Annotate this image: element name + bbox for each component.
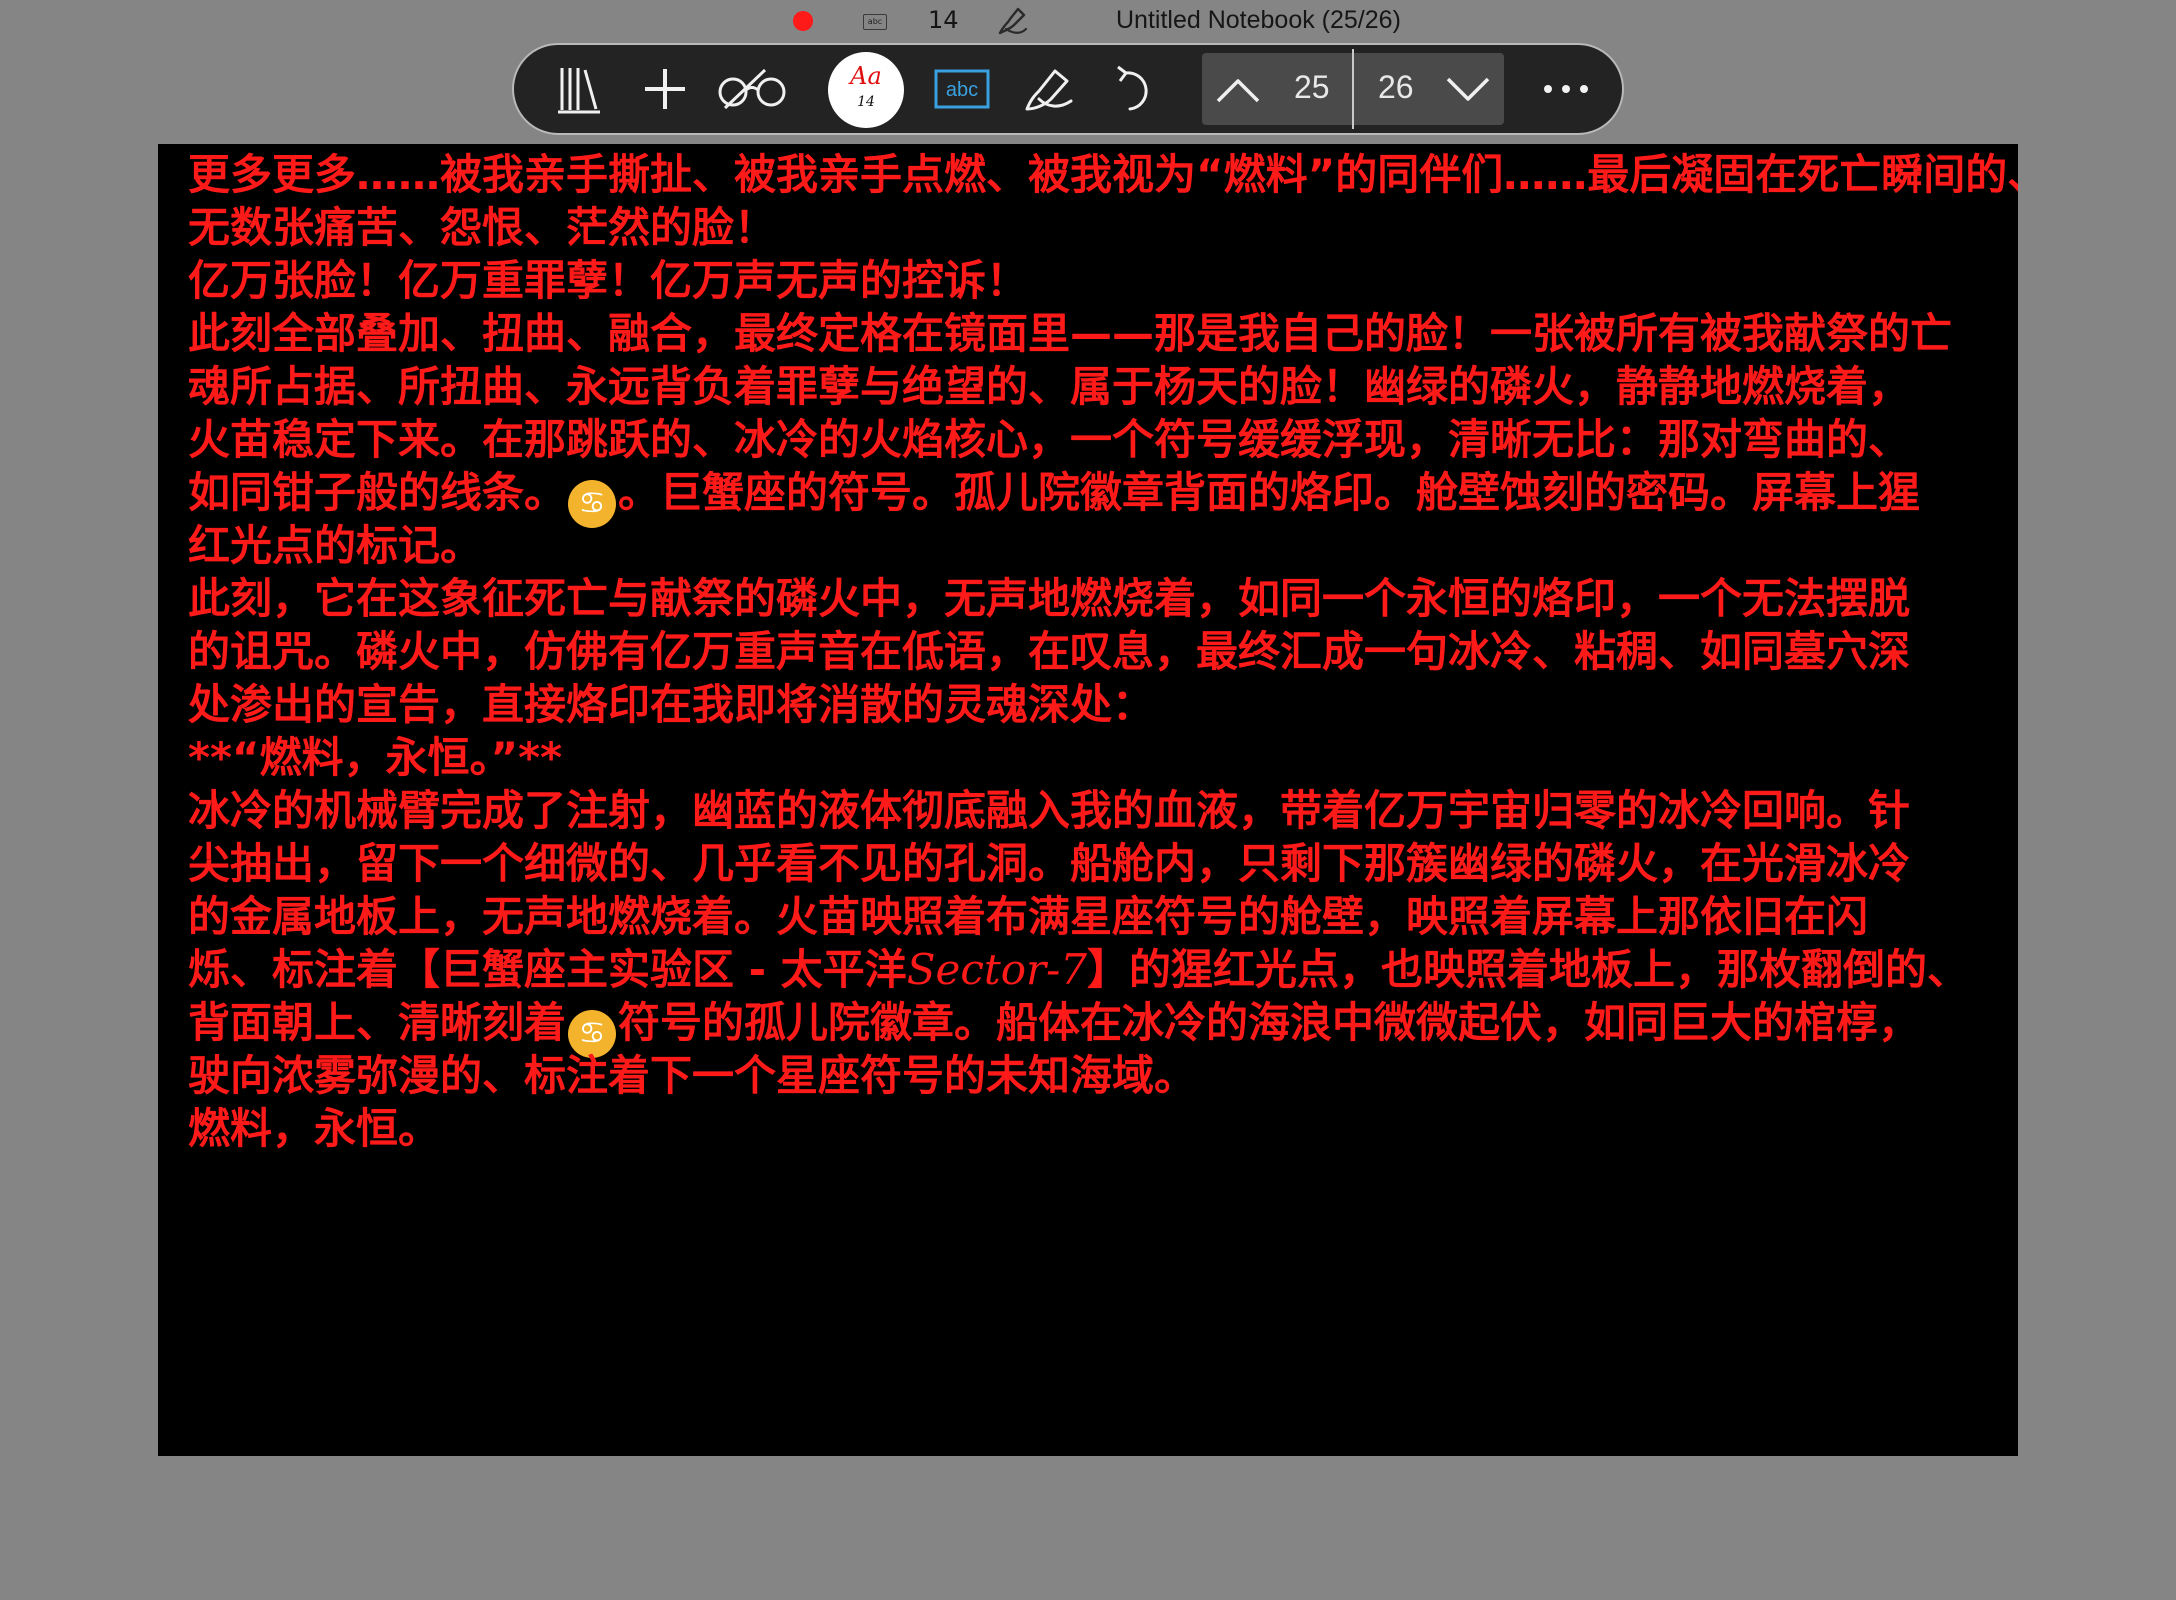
page-navigator: 25 26 xyxy=(1202,49,1504,129)
library-icon xyxy=(558,68,600,114)
svg-text:abc: abc xyxy=(946,79,978,101)
text-line: **“燃料，永恒。”** xyxy=(188,731,2018,784)
text-segment: 】的猩红光点，也映照着地板上，那枚翻倒的、 xyxy=(1087,945,1970,994)
reading-mode-button[interactable] xyxy=(712,45,792,133)
text-segment: 符号的孤儿院徽章。船体在冰冷的海浪中微微起伏，如同巨大的棺椁， xyxy=(618,998,1921,1047)
pen-status-icon xyxy=(998,7,1028,35)
library-button[interactable] xyxy=(540,45,620,133)
text-line: 处渗出的宣告，直接烙印在我即将消散的灵魂深处： xyxy=(188,678,2018,731)
font-size-label: 14 xyxy=(857,94,875,110)
text-line: 的诅咒。磷火中，仿佛有亿万重声音在低语，在叹息，最终汇成一句冰冷、粘稠、如同墓穴… xyxy=(188,625,2018,678)
text-line: 如同钳子般的线条。 ♋ 。巨蟹座的符号。孤儿院徽章背面的烙印。舱壁蚀刻的密码。屏幕上… xyxy=(188,466,2018,528)
font-settings-button[interactable]: Aa 14 xyxy=(828,52,904,128)
text-segment: 此刻全部叠加、扭曲、融合，最终定格在镜面里——那是我自己的脸！一张被所有被我献祭… xyxy=(188,309,1953,358)
status-bar: abc 14 Untitled Notebook (25/26) xyxy=(0,0,2176,44)
plus-icon xyxy=(645,69,685,109)
add-page-button[interactable] xyxy=(625,45,705,133)
text-segment: 冰冷的机械臂完成了注射，幽蓝的液体彻底融入我的血液，带着亿万宇宙归零的冰冷回响。… xyxy=(188,786,1911,835)
cancer-zodiac-icon: ♋ xyxy=(568,480,617,528)
text-segment: 更多更多……被我亲手撕扯、被我亲手点燃、被我视为“燃料”的同伴们……最后凝固在死… xyxy=(188,150,2018,199)
text-segment: **“燃料，永恒。”** xyxy=(188,733,563,782)
status-font-size: 14 xyxy=(928,6,959,34)
more-dots-icon xyxy=(1544,85,1552,93)
text-line: 尖抽出，留下一个细微的、几乎看不见的孔洞。船舱内，只剩下那簇幽绿的磷火，在光滑冰… xyxy=(188,837,2018,890)
text-segment: 处渗出的宣告，直接烙印在我即将消散的灵魂深处： xyxy=(188,680,1155,729)
text-mode-button[interactable]: abc xyxy=(922,45,1002,133)
chevron-down-icon xyxy=(1446,77,1490,101)
chevron-up-icon xyxy=(1216,79,1260,103)
document-title: Untitled Notebook (25/26) xyxy=(1116,6,1401,34)
notebook-app: abc 14 Untitled Notebook (25/26) Aa 14 a… xyxy=(0,0,2176,1600)
record-indicator-icon xyxy=(793,11,813,31)
text-segment: 的诅咒。磷火中，仿佛有亿万重声音在低语，在叹息，最终汇成一句冰冷、粘稠、如同墓穴… xyxy=(188,627,1911,676)
text-line: 更多更多……被我亲手撕扯、被我亲手点燃、被我视为“燃料”的同伴们……最后凝固在死… xyxy=(188,148,2018,201)
undo-icon xyxy=(1117,65,1148,111)
text-segment: 红光点的标记。 xyxy=(188,521,483,570)
current-page-number: 25 xyxy=(1294,69,1330,105)
text-line: 红光点的标记。 xyxy=(188,519,2018,572)
text-line: 燃料，永恒。 xyxy=(188,1102,2018,1155)
next-page-button[interactable]: 26 xyxy=(1354,53,1504,125)
text-line: 背面朝上、清晰刻着 ♋ 符号的孤儿院徽章。船体在冰冷的海浪中微微起伏，如同巨大的棺椁… xyxy=(188,996,2018,1058)
toolbar: Aa 14 abc 25 26 xyxy=(512,43,1624,135)
text-line: 冰冷的机械臂完成了注射，幽蓝的液体彻底融入我的血液，带着亿万宇宙归零的冰冷回响。… xyxy=(188,784,2018,837)
sector-label: Sector-7 xyxy=(906,945,1087,994)
text-segment: 火苗稳定下来。在那跳跃的、冰冷的火焰核心，一个符号缓缓浮现，清晰无比：那对弯曲的… xyxy=(188,415,1911,464)
page-text-block[interactable]: 更多更多……被我亲手撕扯、被我亲手点燃、被我视为“燃料”的同伴们……最后凝固在死… xyxy=(188,148,2018,1155)
more-options-button[interactable] xyxy=(1526,45,1606,133)
text-line: 魂所占据、所扭曲、永远背负着罪孽与绝望的、属于杨天的脸！幽绿的磷火，静静地燃烧着… xyxy=(188,360,2018,413)
text-segment: 此刻，它在这象征死亡与献祭的磷火中，无声地燃烧着，如同一个永恒的烙印，一个无法摆… xyxy=(188,574,1911,623)
font-style-preview: Aa xyxy=(850,62,882,90)
glasses-icon xyxy=(718,68,786,110)
pen-icon xyxy=(1025,69,1073,111)
text-line: 此刻，它在这象征死亡与献祭的磷火中，无声地燃烧着，如同一个永恒的烙印，一个无法摆… xyxy=(188,572,2018,625)
text-segment: 驶向浓雾弥漫的、标注着下一个星座符号的未知海域。 xyxy=(188,1051,1197,1100)
notebook-page[interactable]: 更多更多……被我亲手撕扯、被我亲手点燃、被我视为“燃料”的同伴们……最后凝固在死… xyxy=(158,144,2018,1456)
text-segment: 无数张痛苦、怨恨、茫然的脸！ xyxy=(188,203,777,252)
undo-button[interactable] xyxy=(1094,45,1174,133)
pen-button[interactable] xyxy=(1008,45,1088,133)
text-box-icon: abc xyxy=(934,69,990,109)
text-segment: 尖抽出，留下一个细微的、几乎看不见的孔洞。船舱内，只剩下那簇幽绿的磷火，在光滑冰… xyxy=(188,839,1911,888)
text-segment: 的金属地板上，无声地燃烧着。火苗映照着布满星座符号的舱壁，映照着屏幕上那依旧在闪 xyxy=(188,892,1869,941)
text-segment: 燃料，永恒。 xyxy=(188,1104,441,1153)
text-segment: 背面朝上、清晰刻着 xyxy=(188,998,567,1047)
text-line: 此刻全部叠加、扭曲、融合，最终定格在镜面里——那是我自己的脸！一张被所有被我献祭… xyxy=(188,307,2018,360)
previous-page-button[interactable]: 25 xyxy=(1202,53,1352,125)
total-page-number: 26 xyxy=(1378,69,1414,105)
text-line: 亿万张脸！亿万重罪孽！亿万声无声的控诉！ xyxy=(188,254,2018,307)
text-line: 驶向浓雾弥漫的、标注着下一个星座符号的未知海域。 xyxy=(188,1049,2018,1102)
text-segment: 烁、标注着【巨蟹座主实验区 - 太平洋 xyxy=(188,945,907,994)
text-line: 的金属地板上，无声地燃烧着。火苗映照着布满星座符号的舱壁，映照着屏幕上那依旧在闪 xyxy=(188,890,2018,943)
text-line: 火苗稳定下来。在那跳跃的、冰冷的火焰核心，一个符号缓缓浮现，清晰无比：那对弯曲的… xyxy=(188,413,2018,466)
keyboard-icon: abc xyxy=(863,14,887,30)
text-segment: 魂所占据、所扭曲、永远背负着罪孽与绝望的、属于杨天的脸！幽绿的磷火，静静地燃烧着… xyxy=(188,362,1911,411)
text-line: 无数张痛苦、怨恨、茫然的脸！ xyxy=(188,201,2018,254)
text-segment: 。巨蟹座的符号。孤儿院徽章背面的烙印。舱壁蚀刻的密码。屏幕上猩 xyxy=(618,468,1921,517)
more-dot xyxy=(1562,85,1570,93)
text-segment: 亿万张脸！亿万重罪孽！亿万声无声的控诉！ xyxy=(188,256,1029,305)
text-segment: 如同钳子般的线条。 xyxy=(188,468,567,517)
more-dot xyxy=(1580,85,1588,93)
text-line: 烁、标注着【巨蟹座主实验区 - 太平洋Sector-7】的猩红光点，也映照着地板… xyxy=(188,943,2018,996)
